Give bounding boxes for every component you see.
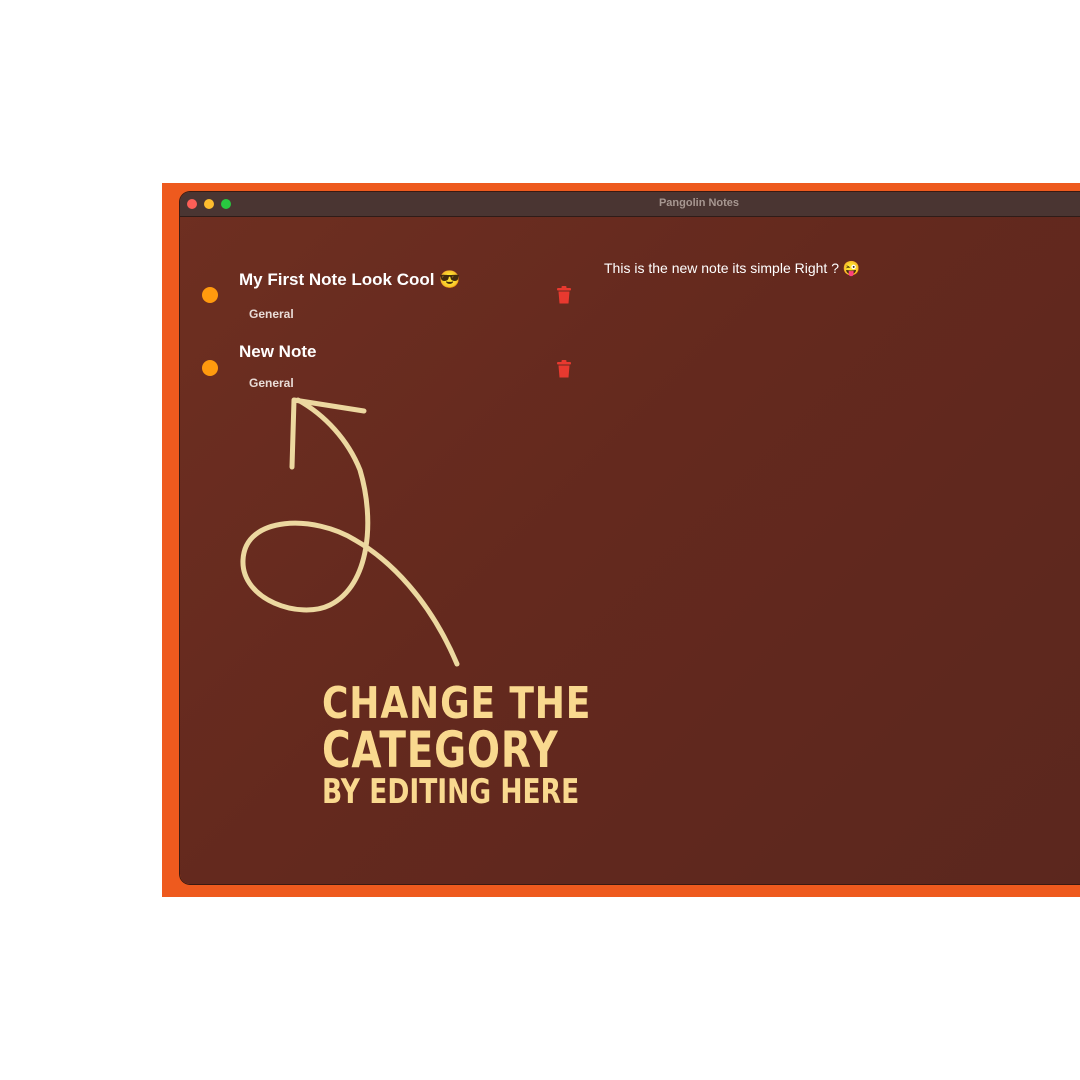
annotation-line-3: BY EDITING HERE (322, 772, 580, 812)
annotation-line-1: CHANGE THE (322, 678, 592, 729)
annotation-callout: CHANGE THE CATEGORY BY EDITING HERE (322, 678, 652, 812)
annotation-line-2: CATEGORY (322, 721, 559, 779)
annotation-arrow (240, 397, 460, 667)
